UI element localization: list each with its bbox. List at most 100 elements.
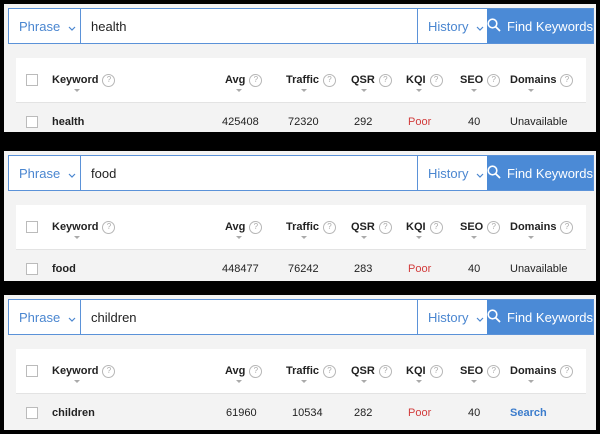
col-qsr[interactable]: QSR? — [351, 58, 392, 102]
help-icon[interactable]: ? — [102, 364, 116, 378]
table-header-row: Keyword? Avg? Traffic? QSR? KQI? SEO? Do… — [16, 58, 586, 103]
sort-caret-icon — [74, 236, 80, 239]
mode-dropdown[interactable]: Phrase — [9, 156, 81, 190]
help-icon[interactable]: ? — [487, 364, 501, 378]
select-all-checkbox[interactable] — [26, 221, 38, 233]
help-icon[interactable]: ? — [429, 73, 443, 87]
help-icon[interactable]: ? — [323, 220, 337, 234]
mode-dropdown[interactable]: Phrase — [9, 9, 81, 43]
keyword-search-input[interactable]: children — [81, 300, 417, 334]
help-icon[interactable]: ? — [560, 220, 574, 234]
help-icon[interactable]: ? — [487, 73, 501, 87]
table-row: children 61960 10534 282 Poor 40 Search — [16, 394, 586, 430]
row-checkbox[interactable] — [26, 407, 38, 419]
history-label: History — [428, 165, 469, 181]
find-keywords-button[interactable]: Find Keywords — [487, 156, 593, 190]
history-label: History — [428, 309, 469, 325]
table-header-row: Keyword? Avg? Traffic? QSR? KQI? SEO? Do… — [16, 205, 586, 250]
history-dropdown[interactable]: History — [417, 300, 487, 334]
keyword-search-input[interactable]: food — [81, 156, 417, 190]
col-kqi[interactable]: KQI? — [406, 58, 443, 102]
chevron-down-icon — [476, 166, 484, 181]
col-domains[interactable]: Domains? — [510, 58, 574, 102]
help-icon[interactable]: ? — [323, 364, 337, 378]
find-keywords-label: Find Keywords — [507, 165, 593, 181]
table-row: food 448477 76242 283 Poor 40 Unavailabl… — [16, 250, 586, 281]
cell-keyword: food — [52, 263, 76, 275]
sort-caret-icon — [74, 89, 80, 92]
help-icon[interactable]: ? — [429, 364, 443, 378]
cell-traffic: 72320 — [288, 116, 319, 128]
help-icon[interactable]: ? — [378, 220, 392, 234]
help-icon[interactable]: ? — [249, 73, 263, 87]
history-label: History — [428, 18, 469, 34]
col-keyword[interactable]: Keyword? — [52, 349, 116, 393]
cell-traffic: 76242 — [288, 263, 319, 275]
cell-domains: Unavailable — [510, 116, 568, 128]
help-icon[interactable]: ? — [102, 73, 116, 87]
find-keywords-label: Find Keywords — [507, 309, 593, 325]
sort-caret-icon — [471, 236, 477, 239]
chevron-down-icon — [68, 19, 76, 34]
domains-search-link[interactable]: Search — [510, 394, 547, 430]
sort-caret-icon — [361, 236, 367, 239]
col-qsr[interactable]: QSR? — [351, 349, 392, 393]
col-domains[interactable]: Domains? — [510, 205, 574, 249]
keyword-panel-1: Phrase health History Find Keywords Keyw… — [4, 4, 596, 132]
help-icon[interactable]: ? — [323, 73, 337, 87]
find-keywords-label: Find Keywords — [507, 18, 593, 34]
col-seo[interactable]: SEO? — [460, 349, 501, 393]
keyword-panel-2: Phrase food History Find Keywords Keywor… — [4, 151, 596, 281]
col-seo[interactable]: SEO? — [460, 205, 501, 249]
col-keyword[interactable]: Keyword? — [52, 205, 116, 249]
find-keywords-button[interactable]: Find Keywords — [487, 300, 593, 334]
col-domains[interactable]: Domains? — [510, 349, 574, 393]
history-dropdown[interactable]: History — [417, 9, 487, 43]
cell-domains: Unavailable — [510, 263, 568, 275]
sort-caret-icon — [361, 380, 367, 383]
help-icon[interactable]: ? — [378, 73, 392, 87]
help-icon[interactable]: ? — [249, 364, 263, 378]
history-dropdown[interactable]: History — [417, 156, 487, 190]
col-seo[interactable]: SEO? — [460, 58, 501, 102]
table-row: health 425408 72320 292 Poor 40 Unavaila… — [16, 103, 586, 132]
col-keyword[interactable]: Keyword? — [52, 58, 116, 102]
select-all-checkbox[interactable] — [26, 365, 38, 377]
col-traffic[interactable]: Traffic? — [286, 58, 337, 102]
cell-seo: 40 — [468, 407, 481, 419]
help-icon[interactable]: ? — [378, 364, 392, 378]
row-checkbox[interactable] — [26, 116, 38, 128]
col-avg[interactable]: Avg? — [225, 349, 263, 393]
col-avg[interactable]: Avg? — [225, 205, 263, 249]
mode-dropdown[interactable]: Phrase — [9, 300, 81, 334]
results-table: Keyword? Avg? Traffic? QSR? KQI? SEO? Do… — [16, 58, 586, 132]
col-qsr[interactable]: QSR? — [351, 205, 392, 249]
row-checkbox[interactable] — [26, 263, 38, 275]
sort-caret-icon — [416, 89, 422, 92]
cell-qsr: 282 — [354, 407, 373, 419]
help-icon[interactable]: ? — [249, 220, 263, 234]
mode-label: Phrase — [19, 165, 61, 181]
col-traffic[interactable]: Traffic? — [286, 349, 337, 393]
sort-caret-icon — [301, 236, 307, 239]
col-avg[interactable]: Avg? — [225, 58, 263, 102]
sort-caret-icon — [416, 236, 422, 239]
sort-caret-icon — [361, 89, 367, 92]
select-all-checkbox[interactable] — [26, 74, 38, 86]
col-traffic[interactable]: Traffic? — [286, 205, 337, 249]
col-kqi[interactable]: KQI? — [406, 205, 443, 249]
cell-traffic: 10534 — [292, 407, 323, 419]
col-kqi[interactable]: KQI? — [406, 349, 443, 393]
help-icon[interactable]: ? — [102, 220, 116, 234]
help-icon[interactable]: ? — [560, 73, 574, 87]
find-keywords-button[interactable]: Find Keywords — [487, 9, 593, 43]
keyword-search-input[interactable]: health — [81, 9, 417, 43]
help-icon[interactable]: ? — [487, 220, 501, 234]
cell-keyword: children — [52, 407, 95, 419]
cell-avg: 448477 — [222, 263, 259, 275]
magnifier-icon — [487, 308, 501, 326]
search-bar-area: Phrase food History Find Keywords — [4, 151, 596, 197]
help-icon[interactable]: ? — [560, 364, 574, 378]
cell-avg: 425408 — [222, 116, 259, 128]
help-icon[interactable]: ? — [429, 220, 443, 234]
